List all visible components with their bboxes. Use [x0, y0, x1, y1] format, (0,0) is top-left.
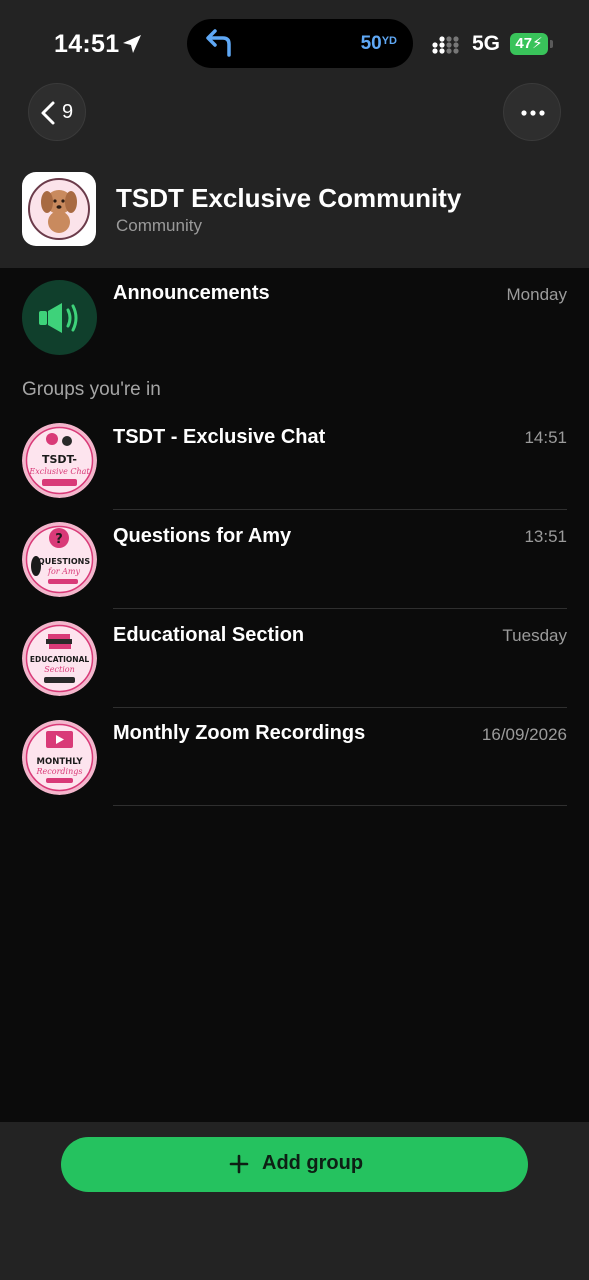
plus-icon	[229, 1154, 249, 1174]
group-badge-icon: ? QUESTIONS for Amy	[22, 522, 97, 597]
svg-text:?: ?	[55, 532, 63, 547]
dog-logo-icon	[28, 178, 90, 240]
group-title: Educational Section	[113, 624, 305, 646]
announcements-avatar	[22, 280, 97, 355]
announcements-title: Announcements	[113, 282, 270, 304]
group-badge-icon: MONTHLY Recordings	[22, 720, 97, 795]
group-avatar: ? QUESTIONS for Amy	[22, 522, 97, 597]
group-title: Monthly Zoom Recordings	[113, 722, 366, 744]
group-badge-icon: TSDT- Exclusive Chat	[22, 423, 97, 498]
badge-line1: EDUCATIONAL	[30, 655, 90, 664]
chevron-left-icon	[41, 101, 55, 125]
group-time: Tuesday	[502, 626, 567, 645]
add-group-button[interactable]: Add group	[61, 1137, 528, 1192]
divider	[113, 707, 567, 708]
group-time: 14:51	[524, 428, 567, 447]
community-subtitle: Community	[116, 216, 202, 235]
badge-line1: MONTHLY	[37, 757, 84, 767]
badge-line2: Exclusive Chat	[28, 467, 90, 476]
group-avatar: MONTHLY Recordings	[22, 720, 97, 795]
ellipsis-icon	[521, 110, 545, 116]
more-options-button[interactable]	[503, 83, 561, 141]
back-count: 9	[62, 101, 74, 123]
navigation-distance: 50YD	[360, 33, 397, 54]
turn-left-arrow-icon	[206, 29, 231, 57]
group-time: 16/09/2026	[481, 725, 567, 744]
divider	[113, 805, 567, 806]
badge-line2: for Amy	[47, 567, 81, 576]
megaphone-icon	[39, 303, 78, 333]
group-avatar: EDUCATIONAL Section	[22, 621, 97, 696]
badge-line2: Section	[44, 665, 74, 674]
battery-indicator: 47⚡	[510, 33, 548, 55]
charging-bolt-icon: ⚡	[532, 35, 543, 52]
location-arrow-icon	[123, 35, 141, 53]
group-title: Questions for Amy	[113, 525, 292, 547]
divider	[113, 608, 567, 609]
dynamic-island[interactable]: 50YD	[187, 19, 413, 68]
badge-line1: QUESTIONS	[38, 557, 90, 566]
group-title: TSDT - Exclusive Chat	[113, 426, 326, 448]
add-group-label: Add group	[262, 1152, 364, 1174]
group-badge-icon: EDUCATIONAL Section	[22, 621, 97, 696]
status-time: 14:51	[54, 30, 120, 58]
badge-line1: TSDT-	[42, 453, 77, 466]
groups-section-label: Groups you're in	[22, 379, 161, 400]
divider	[113, 509, 567, 510]
back-button[interactable]: 9	[28, 83, 86, 141]
battery-tip	[550, 40, 553, 48]
group-avatar: TSDT- Exclusive Chat	[22, 423, 97, 498]
network-type: 5G	[472, 32, 501, 55]
announcements-time: Monday	[506, 285, 567, 304]
group-time: 13:51	[524, 527, 567, 546]
badge-line2: Recordings	[36, 767, 83, 776]
community-title: TSDT Exclusive Community	[116, 183, 462, 213]
cellular-signal-icon	[432, 36, 459, 54]
community-avatar[interactable]	[22, 172, 96, 246]
